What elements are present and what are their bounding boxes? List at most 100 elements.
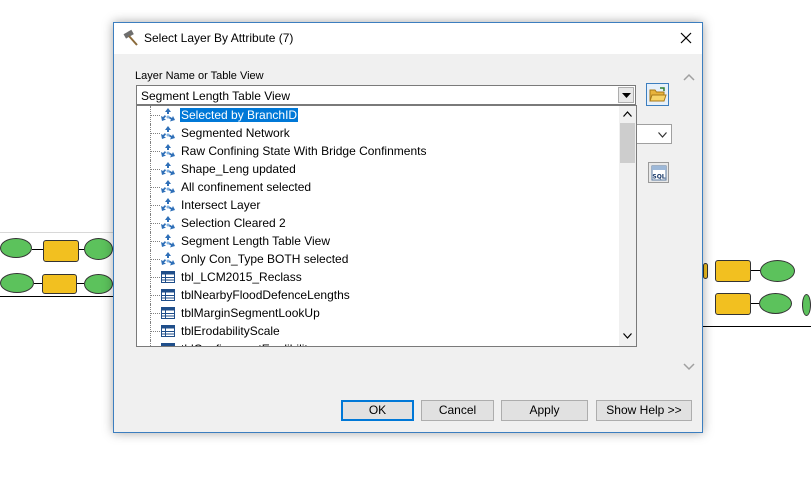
model-node <box>760 260 795 282</box>
dropdown-arrow-button[interactable] <box>618 87 634 103</box>
model-node <box>703 263 708 279</box>
list-item[interactable]: Selected by BranchID <box>137 106 620 124</box>
chevron-down-icon[interactable] <box>623 333 632 339</box>
dialog-scrollbar[interactable] <box>679 67 699 385</box>
canvas-divider-top-left <box>0 232 113 233</box>
chevron-down-icon <box>658 132 667 138</box>
layer-name-dropdown[interactable]: Segment Length Table View <box>136 85 636 105</box>
tree-connector <box>150 187 160 188</box>
model-connector <box>77 283 84 284</box>
list-item[interactable]: Only Con_Type BOTH selected <box>137 250 620 268</box>
list-item[interactable]: tbl_LCM2015_Reclass <box>137 268 620 286</box>
table-icon <box>160 341 176 346</box>
tree-connector <box>150 133 160 134</box>
tree-connector <box>150 241 160 242</box>
model-node <box>0 238 32 258</box>
tree-connector <box>150 259 160 260</box>
list-item[interactable]: tblConfinementErodibility <box>137 340 620 346</box>
layer-icon <box>160 179 176 195</box>
tree-connector <box>150 295 160 296</box>
model-connector <box>32 249 43 250</box>
select-layer-by-attribute-dialog: Select Layer By Attribute (7) Layer Name… <box>113 22 703 433</box>
tree-connector <box>150 313 160 314</box>
layer-icon <box>160 161 176 177</box>
canvas-divider-left <box>0 296 113 297</box>
dialog-title: Select Layer By Attribute (7) <box>144 31 294 45</box>
list-item[interactable]: tblMarginSegmentLookUp <box>137 304 620 322</box>
tree-connector <box>150 169 160 170</box>
list-item[interactable]: Intersect Layer <box>137 196 620 214</box>
browse-button[interactable] <box>646 83 669 106</box>
list-item-label: All confinement selected <box>181 180 312 194</box>
list-item[interactable]: tblNearbyFloodDefenceLengths <box>137 286 620 304</box>
dialog-titlebar[interactable]: Select Layer By Attribute (7) <box>114 23 702 54</box>
model-node <box>84 238 113 260</box>
model-node <box>43 240 79 262</box>
hammer-icon <box>122 29 140 47</box>
close-button[interactable] <box>670 23 702 54</box>
chevron-down-icon <box>622 93 631 98</box>
list-item-label: Raw Confining State With Bridge Confinme… <box>181 144 427 158</box>
show-help-button[interactable]: Show Help >> <box>596 400 692 421</box>
model-node <box>715 293 751 315</box>
list-item[interactable]: Shape_Leng updated <box>137 160 620 178</box>
list-item[interactable]: Segment Length Table View <box>137 232 620 250</box>
list-scrollbar-thumb[interactable] <box>620 123 635 163</box>
list-item-label: Segment Length Table View <box>181 234 330 248</box>
layer-dropdown-value: Segment Length Table View <box>141 89 290 103</box>
open-folder-icon <box>649 87 667 102</box>
layer-icon <box>160 143 176 159</box>
close-icon <box>680 32 692 44</box>
list-item[interactable]: Selection Cleared 2 <box>137 214 620 232</box>
list-item[interactable]: tblErodabilityScale <box>137 322 620 340</box>
list-item[interactable]: All confinement selected <box>137 178 620 196</box>
table-icon <box>160 305 176 321</box>
cancel-button[interactable]: Cancel <box>421 400 494 421</box>
ok-button[interactable]: OK <box>341 400 414 421</box>
sql-icon: SQL <box>651 165 667 181</box>
table-icon <box>160 269 176 285</box>
list-item-label: Shape_Leng updated <box>181 162 296 176</box>
list-item-label: Only Con_Type BOTH selected <box>181 252 349 266</box>
model-node <box>715 260 751 282</box>
model-node <box>0 273 34 293</box>
layer-icon <box>160 107 176 123</box>
tree-connector <box>150 331 160 332</box>
layer-icon <box>160 125 176 141</box>
list-item-label: Selected by BranchID <box>178 107 300 123</box>
model-connector <box>751 270 760 271</box>
layer-icon <box>160 215 176 231</box>
sql-button[interactable]: SQL <box>648 162 669 183</box>
chevron-up-icon[interactable] <box>623 111 632 117</box>
layer-icon <box>160 233 176 249</box>
list-item-label: tbl_LCM2015_Reclass <box>181 270 302 284</box>
list-item[interactable]: Raw Confining State With Bridge Confinme… <box>137 142 620 160</box>
chevron-down-icon[interactable] <box>683 363 695 371</box>
tree-connector <box>150 151 160 152</box>
layer-field-label: Layer Name or Table View <box>135 70 264 82</box>
list-item-label: tblErodabilityScale <box>181 324 280 338</box>
model-node <box>802 294 811 316</box>
list-item-label: Segmented Network <box>181 126 290 140</box>
apply-button[interactable]: Apply <box>501 400 588 421</box>
model-node <box>84 274 113 294</box>
tree-connector <box>150 340 151 346</box>
list-item-label: Selection Cleared 2 <box>181 216 286 230</box>
model-node <box>42 274 77 294</box>
table-icon <box>160 323 176 339</box>
list-item-label: tblMarginSegmentLookUp <box>181 306 320 320</box>
method-dropdown[interactable] <box>636 124 672 144</box>
canvas-divider-right <box>703 326 811 327</box>
tree-connector <box>150 115 160 116</box>
model-connector <box>34 283 42 284</box>
chevron-up-icon[interactable] <box>683 73 695 81</box>
list-scrollbar[interactable] <box>619 106 636 346</box>
tree-connector <box>150 223 160 224</box>
tree-connector <box>150 277 160 278</box>
list-item[interactable]: Segmented Network <box>137 124 620 142</box>
layer-icon <box>160 251 176 267</box>
tree-connector <box>150 205 160 206</box>
table-icon <box>160 287 176 303</box>
layer-list-items: Selected by BranchID Segmented Network Raw… <box>137 106 620 346</box>
layer-dropdown-list[interactable]: Selected by BranchID Segmented Network Raw… <box>136 105 637 347</box>
